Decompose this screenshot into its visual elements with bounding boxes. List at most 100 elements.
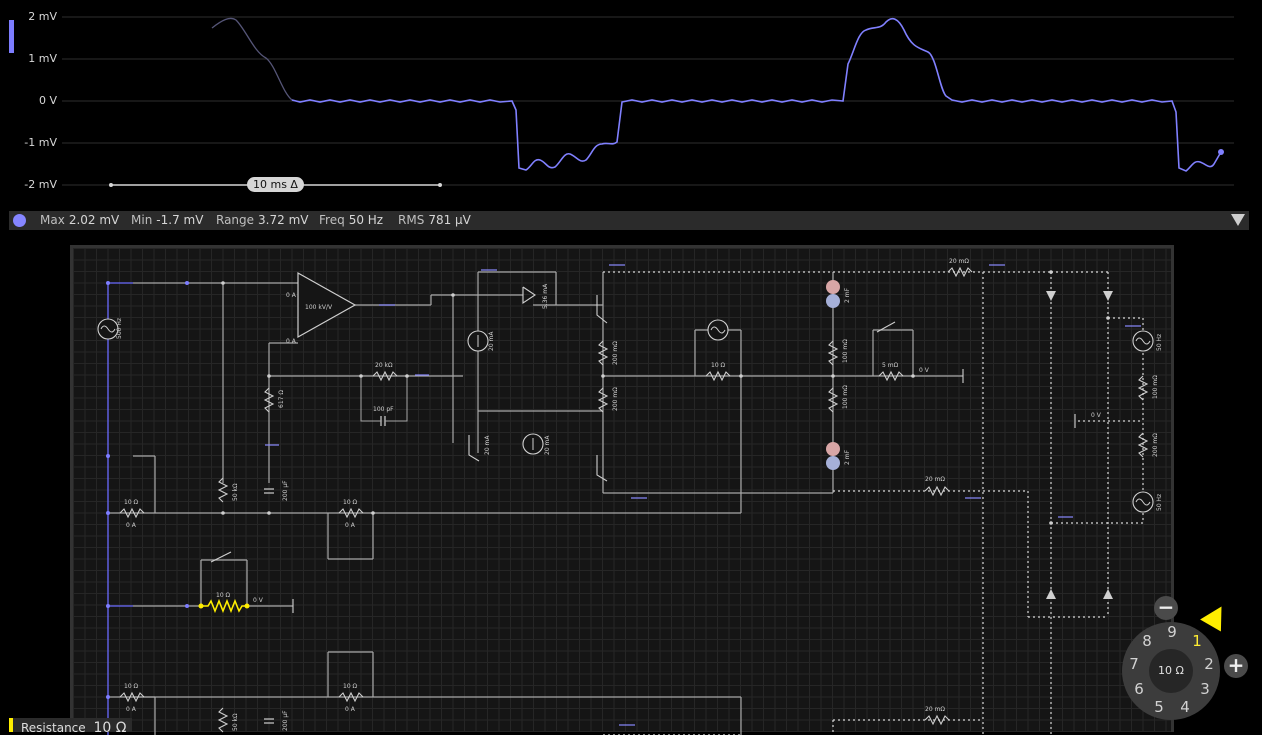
diode-3[interactable] (1046, 589, 1056, 599)
node-blue[interactable] (106, 454, 110, 458)
dial-number-3[interactable]: 3 (1197, 680, 1213, 698)
node-blue[interactable] (185, 281, 189, 285)
circuit-board[interactable]: 500 Hz 100 kV/V 0 A 0 A 20 kΩ 100 pF 617… (70, 245, 1177, 735)
label-r-10-mid: 10 Ω (711, 362, 726, 369)
y-label-0v: 0 V (38, 94, 57, 107)
label-r-feedback: 20 kΩ (375, 362, 393, 369)
oscilloscope-panel[interactable]: 2 mV 1 mV 0 V -1 mV -2 mV 10 ms Δ (0, 0, 1262, 210)
y-label-2mv: 2 mV (28, 10, 57, 23)
node[interactable] (1049, 521, 1053, 525)
time-scale-right-handle[interactable] (438, 183, 442, 187)
label-r-200m-right: 200 mΩ (1152, 433, 1159, 457)
scope-trace-end (1218, 149, 1224, 155)
time-delta-label[interactable]: 10 ms Δ (247, 177, 304, 192)
scope-trace (291, 17, 1222, 172)
stat-freq-value: 50 Hz (348, 213, 384, 227)
y-label-1mv: 1 mV (28, 52, 57, 65)
label-opamp-plus: 0 A (286, 292, 297, 299)
circuit-schematic[interactable]: 500 Hz 100 kV/V 0 A 0 A 20 kΩ 100 pF 617… (73, 248, 1177, 735)
label-src-50-2: 50 Hz (1156, 494, 1163, 511)
node-blue[interactable] (106, 511, 110, 515)
label-r-100m-2: 100 mΩ (842, 385, 849, 409)
dial-plus-button[interactable]: + (1224, 654, 1248, 678)
label-c-200u-2: 200 μF (282, 710, 289, 731)
node-blue[interactable] (106, 604, 110, 608)
dial-number-5[interactable]: 5 (1151, 698, 1167, 716)
node[interactable] (1049, 270, 1053, 274)
dial-number-7[interactable]: 7 (1126, 655, 1142, 673)
capacitor-2mf-2-plus[interactable] (826, 442, 840, 456)
capacitor-2mf-1-minus[interactable] (826, 294, 840, 308)
diode-1[interactable] (1046, 291, 1056, 301)
wire-cap-left[interactable] (360, 376, 381, 422)
dial-number-1[interactable]: 1 (1189, 632, 1205, 650)
node[interactable] (451, 293, 455, 297)
node[interactable] (221, 281, 225, 285)
wire-cap-right[interactable] (385, 376, 408, 422)
label-r-50k-2: 50 kΩ (232, 713, 239, 731)
dial-center-value: 10 Ω (1149, 649, 1193, 693)
transistor-2[interactable] (596, 295, 608, 324)
stat-min-value: -1.7 mV (156, 213, 204, 227)
selected-resistor-node-b[interactable] (244, 603, 250, 609)
node[interactable] (405, 374, 409, 378)
selected-resistor[interactable] (201, 598, 247, 614)
label-c-2m-2: 2 mF (844, 449, 851, 465)
label-r-10-a: 10 Ω (124, 499, 139, 506)
y-label-m2mv: -2 mV (24, 178, 57, 191)
channel-color-dot[interactable] (13, 214, 26, 227)
value-dial[interactable]: 10 Ω 1 2 3 4 5 6 7 8 9 − + (1110, 594, 1262, 732)
label-opamp-gain: 100 kV/V (305, 304, 333, 311)
transistor-4[interactable] (596, 455, 608, 482)
time-scale-left-handle[interactable] (109, 183, 113, 187)
label-c-feedback: 100 pF (373, 406, 394, 413)
diode-2[interactable] (1103, 291, 1113, 301)
label-i-src-3: 20 mA (544, 435, 551, 455)
node[interactable] (359, 374, 363, 378)
node[interactable] (831, 374, 835, 378)
collapse-scope-icon[interactable] (1231, 214, 1245, 226)
resistor-50k-2[interactable] (217, 707, 229, 733)
label-r-200m-1: 200 mΩ (612, 341, 619, 365)
dial-number-9[interactable]: 9 (1164, 623, 1180, 641)
resistance-readout: Resistance 10 Ω (9, 718, 133, 732)
node[interactable] (221, 511, 225, 515)
scope-stats-bar: Max 2.02 mV Min -1.7 mV Range 3.72 mV Freq 5… (9, 211, 1249, 230)
stat-max-label: Max (40, 213, 65, 227)
node[interactable] (1106, 316, 1110, 320)
dial-minus-button[interactable]: − (1154, 596, 1178, 620)
label-r-10-b: 10 Ω (343, 499, 358, 506)
capacitor-2mf-2-minus[interactable] (826, 456, 840, 470)
node-blue[interactable] (185, 604, 189, 608)
label-i-src-2: 20 mA (484, 435, 491, 455)
node-blue[interactable] (106, 281, 110, 285)
label-v-0-1: 0 V (919, 367, 930, 374)
node[interactable] (601, 374, 605, 378)
selected-resistor-node-a[interactable] (198, 603, 204, 609)
stat-freq: Freq 50 Hz (319, 211, 383, 230)
stat-max-value: 2.02 mV (68, 213, 120, 227)
y-label-m1mv: -1 mV (24, 136, 57, 149)
stat-rms-label: RMS (398, 213, 425, 227)
node[interactable] (371, 511, 375, 515)
scope-channel-marker[interactable] (9, 20, 14, 53)
label-v-0-right: 0 V (1091, 412, 1102, 419)
capacitor-2mf-1-plus[interactable] (826, 280, 840, 294)
node-blue[interactable] (106, 695, 110, 699)
label-i-src-1: 20 mA (488, 331, 495, 351)
node[interactable] (911, 374, 915, 378)
node[interactable] (739, 374, 743, 378)
dial-number-4[interactable]: 4 (1177, 698, 1193, 716)
label-i-0a-d: 0 A (345, 706, 356, 713)
node[interactable] (267, 374, 271, 378)
dial-number-6[interactable]: 6 (1131, 680, 1147, 698)
label-i-0a-b: 0 A (345, 522, 356, 529)
label-r-617: 617 Ω (278, 390, 285, 408)
transistor-1[interactable] (522, 286, 536, 305)
node[interactable] (267, 511, 271, 515)
label-opamp-minus: 0 A (286, 338, 297, 345)
label-i-bjt: 5.36 mA (542, 283, 549, 309)
stat-rms-value: 781 μV (428, 213, 471, 227)
dial-number-8[interactable]: 8 (1139, 632, 1155, 650)
dial-number-2[interactable]: 2 (1201, 655, 1217, 673)
